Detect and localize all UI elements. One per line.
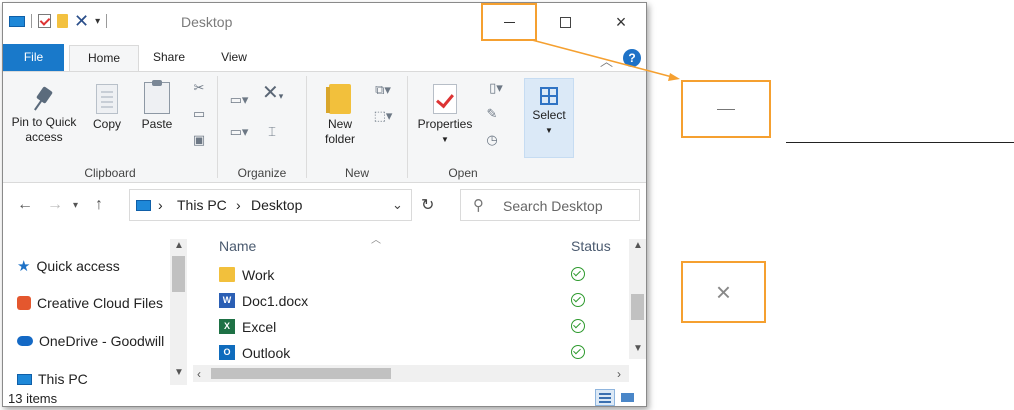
close-callout: × [681, 261, 766, 323]
callout-arrow [531, 39, 680, 81]
divider-line [786, 142, 1014, 143]
minimize-icon [717, 108, 735, 110]
minimize-callout [681, 80, 771, 138]
close-icon: × [715, 276, 732, 307]
